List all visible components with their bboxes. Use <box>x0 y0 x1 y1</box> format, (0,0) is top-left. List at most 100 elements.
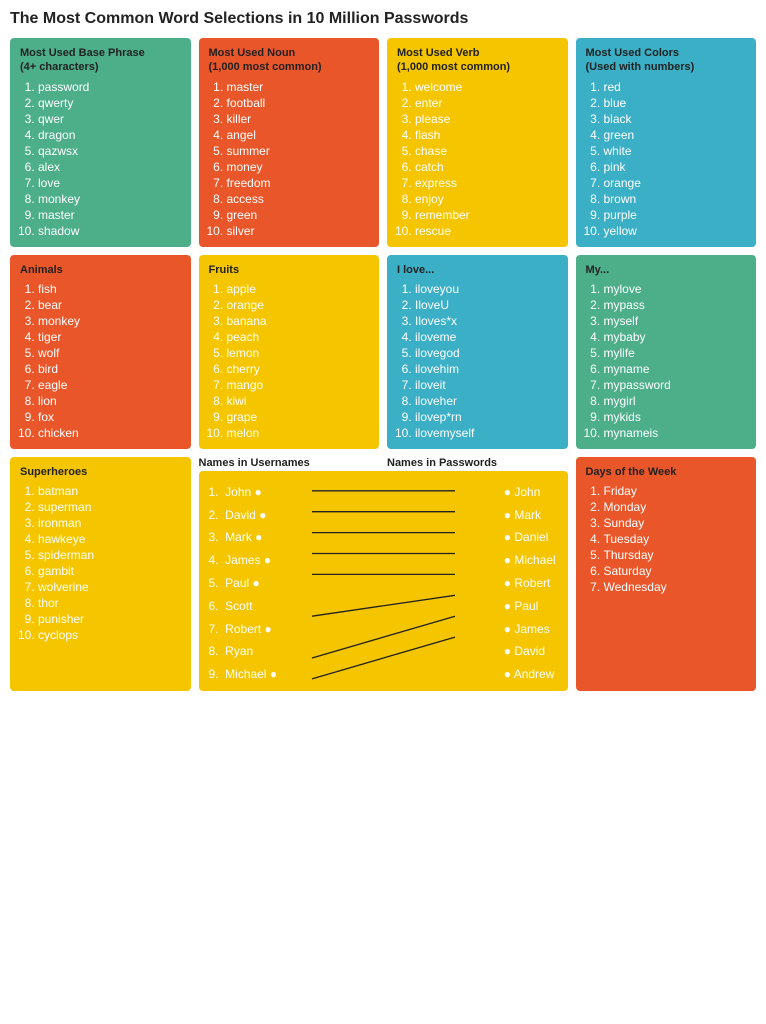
list-item: password <box>38 79 181 95</box>
list-item: myname <box>604 361 747 377</box>
card-my-list: mylove mypass myself mybaby mylife mynam… <box>586 281 747 441</box>
card-noun-title: Most Used Noun(1,000 most common) <box>209 46 370 75</box>
names-usernames-list: 1. John ● 2. David ● 3. Mark ● 4. James … <box>209 481 278 681</box>
list-item: alex <box>38 159 181 175</box>
list-item: 7. Robert ● <box>209 618 278 641</box>
page-title: The Most Common Word Selections in 10 Mi… <box>10 10 756 28</box>
list-item: bird <box>38 361 181 377</box>
list-item: love <box>38 175 181 191</box>
list-item: monkey <box>38 313 181 329</box>
list-item: mynameis <box>604 425 747 441</box>
list-item: Friday <box>604 483 747 499</box>
list-item: 9. Michael ● <box>209 663 278 686</box>
card-noun-list: master football killer angel summer mone… <box>209 79 370 239</box>
card-ilove-list: iloveyou IloveU Iloves*x iloveme ilovego… <box>397 281 558 441</box>
list-item: iloveher <box>415 393 558 409</box>
card-base-phrase: Most Used Base Phrase(4+ characters) pas… <box>10 38 191 247</box>
card-fruits-title: Fruits <box>209 263 370 277</box>
list-item: ilovegod <box>415 345 558 361</box>
list-item: fox <box>38 409 181 425</box>
list-item: kiwi <box>227 393 370 409</box>
list-item: master <box>38 207 181 223</box>
names-password-title: Names in Passwords <box>387 457 568 469</box>
list-item: apple <box>227 281 370 297</box>
list-item: white <box>604 143 747 159</box>
card-colors-title: Most Used Colors(Used with numbers) <box>586 46 747 75</box>
list-item: bear <box>38 297 181 313</box>
main-grid: Most Used Base Phrase(4+ characters) pas… <box>10 38 756 691</box>
list-item: monkey <box>38 191 181 207</box>
list-item: rescue <box>415 223 558 239</box>
list-item: ● Daniel <box>504 526 558 549</box>
list-item: melon <box>227 425 370 441</box>
list-item: welcome <box>415 79 558 95</box>
list-item: Monday <box>604 499 747 515</box>
card-animals-list: fish bear monkey tiger wolf bird eagle l… <box>20 281 181 441</box>
list-item: football <box>227 95 370 111</box>
list-item: 5. Paul ● <box>209 572 278 595</box>
card-ilove-title: I love... <box>397 263 558 277</box>
card-days: Days of the Week Friday Monday Sunday Tu… <box>576 457 757 691</box>
list-item: remember <box>415 207 558 223</box>
list-item: ● Mark <box>504 504 558 527</box>
list-item: iloveit <box>415 377 558 393</box>
card-superheroes: Superheroes batman superman ironman hawk… <box>10 457 191 691</box>
list-item: orange <box>604 175 747 191</box>
card-animals-title: Animals <box>20 263 181 277</box>
card-verb-title: Most Used Verb(1,000 most common) <box>397 46 558 75</box>
card-verb: Most Used Verb(1,000 most common) welcom… <box>387 38 568 247</box>
list-item: qwer <box>38 111 181 127</box>
list-item: Saturday <box>604 563 747 579</box>
list-item: chicken <box>38 425 181 441</box>
list-item: thor <box>38 595 181 611</box>
list-item: access <box>227 191 370 207</box>
list-item: Tuesday <box>604 531 747 547</box>
list-item: brown <box>604 191 747 207</box>
card-ilove: I love... iloveyou IloveU Iloves*x ilove… <box>387 255 568 449</box>
list-item: wolf <box>38 345 181 361</box>
list-item: ironman <box>38 515 181 531</box>
list-item: IloveU <box>415 297 558 313</box>
list-item: blue <box>604 95 747 111</box>
list-item: black <box>604 111 747 127</box>
list-item: ilovep*rn <box>415 409 558 425</box>
card-animals: Animals fish bear monkey tiger wolf bird… <box>10 255 191 449</box>
list-item: dragon <box>38 127 181 143</box>
list-item: ● Andrew <box>504 663 558 686</box>
list-item: mylife <box>604 345 747 361</box>
list-item: purple <box>604 207 747 223</box>
list-item: mypass <box>604 297 747 313</box>
list-item: iloveme <box>415 329 558 345</box>
card-superheroes-title: Superheroes <box>20 465 181 479</box>
list-item: 2. David ● <box>209 504 278 527</box>
list-item: Wednesday <box>604 579 747 595</box>
card-days-list: Friday Monday Sunday Tuesday Thursday Sa… <box>586 483 747 595</box>
list-item: iloveyou <box>415 281 558 297</box>
card-base-phrase-title: Most Used Base Phrase(4+ characters) <box>20 46 181 75</box>
card-my-title: My... <box>586 263 747 277</box>
list-item: eagle <box>38 377 181 393</box>
list-item: banana <box>227 313 370 329</box>
list-item: lemon <box>227 345 370 361</box>
list-item: ● Paul <box>504 595 558 618</box>
list-item: grape <box>227 409 370 425</box>
list-item: enjoy <box>415 191 558 207</box>
list-item: mylove <box>604 281 747 297</box>
list-item: mybaby <box>604 329 747 345</box>
list-item: superman <box>38 499 181 515</box>
list-item: silver <box>227 223 370 239</box>
card-colors: Most Used Colors(Used with numbers) red … <box>576 38 757 247</box>
list-item: tiger <box>38 329 181 345</box>
names-username-title: Names in Usernames <box>199 457 380 469</box>
list-item: freedom <box>227 175 370 191</box>
list-item: cherry <box>227 361 370 377</box>
card-days-title: Days of the Week <box>586 465 747 479</box>
list-item: killer <box>227 111 370 127</box>
list-item: ● John <box>504 481 558 504</box>
list-item: mykids <box>604 409 747 425</box>
list-item: 10. Daniel ● <box>209 686 278 709</box>
list-item: qazwsx <box>38 143 181 159</box>
list-item: green <box>604 127 747 143</box>
list-item: mygirl <box>604 393 747 409</box>
list-item: 1. John ● <box>209 481 278 504</box>
